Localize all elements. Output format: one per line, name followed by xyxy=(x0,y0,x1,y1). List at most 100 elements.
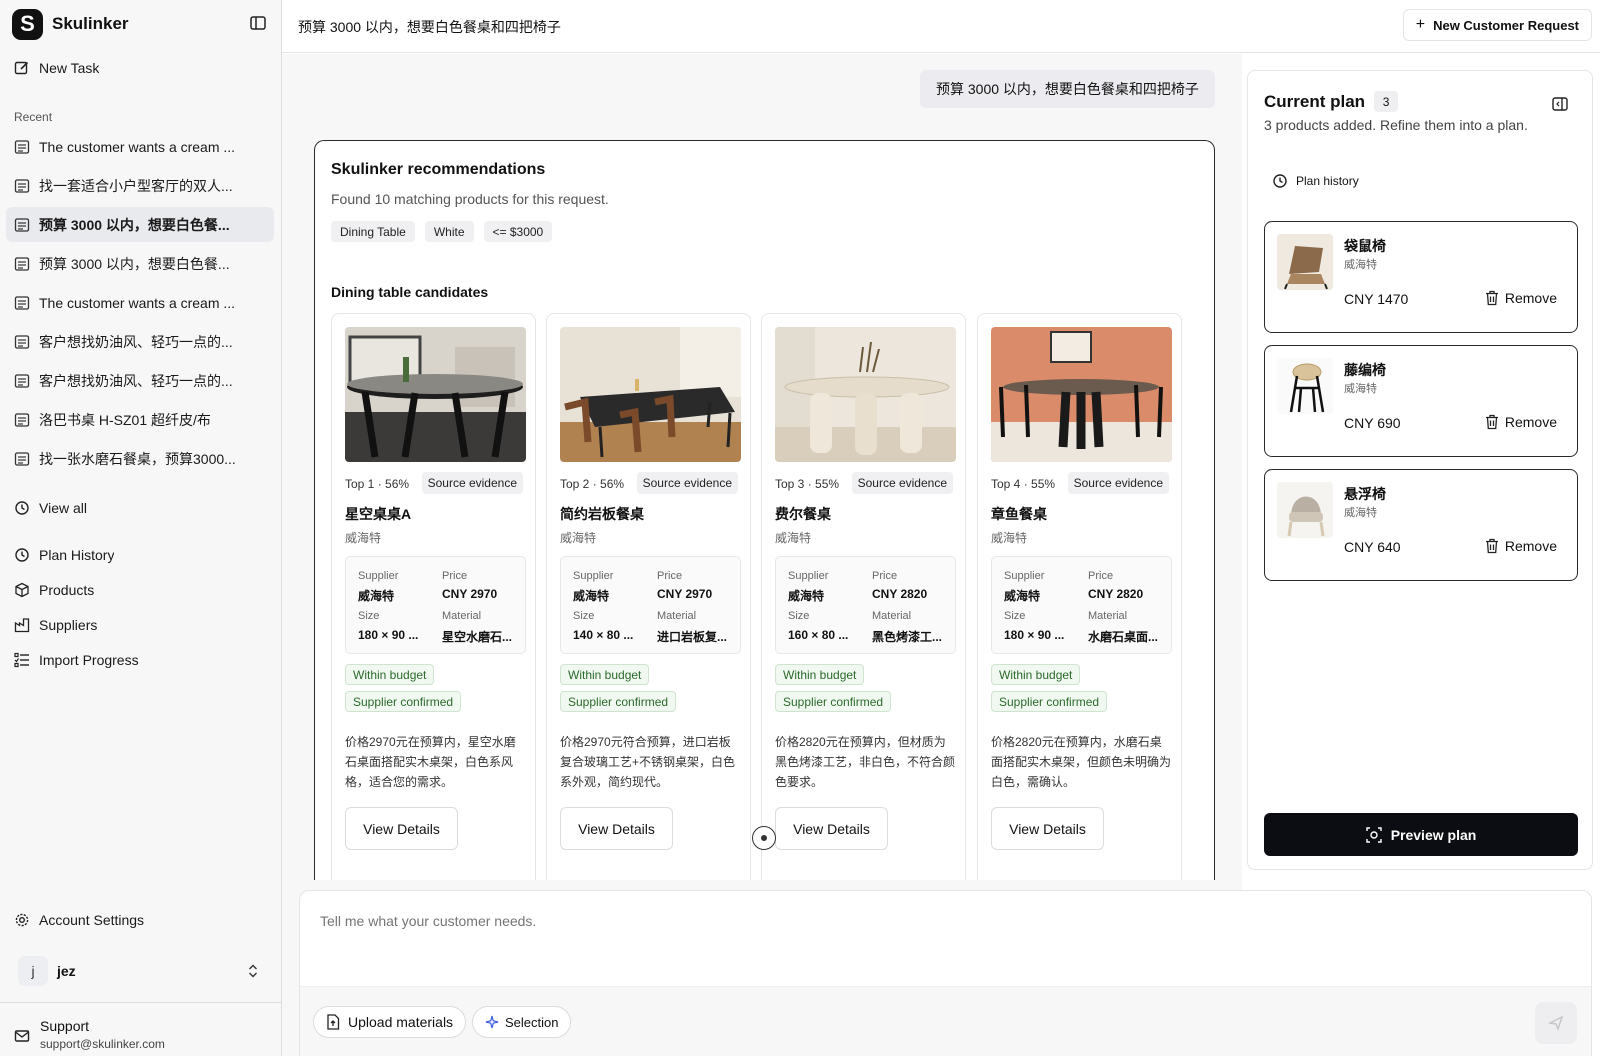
support-link[interactable]: Support support@skulinker.com xyxy=(14,1018,165,1051)
rank-label: Top 3 · 55% xyxy=(775,477,840,491)
product-image[interactable] xyxy=(775,327,956,462)
recent-item[interactable]: 预算 3000 以内，想要白色餐... xyxy=(6,246,274,281)
sidebar-toggle-icon[interactable] xyxy=(250,16,266,30)
size-value: 160 × 80 ... xyxy=(788,628,849,642)
brand[interactable]: S Skulinker xyxy=(12,8,129,40)
spec-box: Supplier 威海特 Price CNY 2970 Size 140 × 8… xyxy=(560,556,741,654)
customer-needs-input[interactable] xyxy=(320,913,1120,929)
supplier-value: 威海特 xyxy=(788,589,825,603)
product-card: Top 4 · 55% Source evidence 章鱼餐桌 威海特 Sup… xyxy=(977,313,1182,880)
recent-item[interactable]: The customer wants a cream ... xyxy=(6,285,274,320)
products-icon xyxy=(15,582,29,597)
size-value: 180 × 90 ... xyxy=(358,628,419,642)
recent-item-label: 洛巴书桌 H-SZ01 超纤皮/布 xyxy=(39,411,211,428)
recent-item[interactable]: 找一套适合小户型客厅的双人... xyxy=(6,168,274,203)
recommendations-subtitle: Found 10 matching products for this requ… xyxy=(331,191,609,207)
product-name: 章鱼餐桌 xyxy=(991,506,1047,522)
within-budget-badge: Within budget xyxy=(560,664,650,685)
material-label: Material xyxy=(442,610,482,622)
nav-suppliers[interactable]: Suppliers xyxy=(6,607,274,642)
nav-import-progress[interactable]: Import Progress xyxy=(6,642,274,677)
recent-label: Recent xyxy=(14,110,53,124)
panel-toggle-icon[interactable] xyxy=(1552,97,1568,111)
product-description: 价格2820元在预算内，但材质为黑色烤漆工艺，非白色，不符合颜色要求。 xyxy=(775,735,956,789)
preview-plan-button[interactable]: Preview plan xyxy=(1264,813,1578,856)
dot-icon xyxy=(761,835,767,841)
source-evidence-button[interactable]: Source evidence xyxy=(1067,472,1169,494)
product-image[interactable] xyxy=(345,327,526,462)
price-value: CNY 2820 xyxy=(872,587,928,601)
product-brand: 威海特 xyxy=(775,531,812,545)
supplier-confirmed-badge: Supplier confirmed xyxy=(560,691,677,712)
size-label: Size xyxy=(788,610,810,622)
plan-item: 藤编椅 威海特 CNY 690 Remove xyxy=(1264,345,1578,457)
material-value: 水磨石桌面... xyxy=(1088,630,1159,644)
history-icon xyxy=(15,500,29,515)
material-value: 进口岩板复... xyxy=(657,630,728,644)
view-details-button[interactable]: View Details xyxy=(345,807,458,850)
trash-icon xyxy=(1485,414,1498,430)
remove-button[interactable]: Remove xyxy=(1485,538,1557,554)
product-description: 价格2970元符合预算，进口岩板复合玻璃工艺+不锈钢桌架，白色系外观，简约现代。 xyxy=(560,735,736,789)
recent-item[interactable]: 客户想找奶油风、轻巧一点的... xyxy=(6,324,274,359)
view-details-button[interactable]: View Details xyxy=(991,807,1104,850)
remove-button[interactable]: Remove xyxy=(1485,414,1557,430)
remove-button[interactable]: Remove xyxy=(1485,290,1557,306)
spec-box: Supplier 威海特 Price CNY 2820 Size 160 × 8… xyxy=(775,556,956,654)
item-name: 袋鼠椅 xyxy=(1344,238,1386,254)
filter-tags: Dining Table White <= $3000 xyxy=(331,221,562,242)
product-image[interactable] xyxy=(560,327,741,462)
product-card: Top 2 · 56% Source evidence 简约岩板餐桌 威海特 S… xyxy=(546,313,751,880)
chat-icon xyxy=(14,295,30,310)
source-evidence-button[interactable]: Source evidence xyxy=(636,472,738,494)
recent-item-active[interactable]: 预算 3000 以内，想要白色餐... xyxy=(6,207,274,242)
new-customer-request-button[interactable]: + New Customer Request xyxy=(1402,9,1592,41)
trash-icon xyxy=(1485,290,1498,306)
supplier-confirmed-badge: Supplier confirmed xyxy=(775,691,892,712)
nav-products[interactable]: Products xyxy=(6,572,274,607)
supplier-label: Supplier xyxy=(1004,570,1045,582)
material-label: Material xyxy=(872,610,912,622)
app-name: Skulinker xyxy=(52,14,129,33)
new-task-button[interactable]: New Task xyxy=(6,50,274,85)
source-evidence-button[interactable]: Source evidence xyxy=(421,472,523,494)
account-settings-link[interactable]: Account Settings xyxy=(6,902,274,937)
filter-tag: Dining Table xyxy=(331,221,415,242)
price-label: Price xyxy=(657,570,683,582)
history-icon xyxy=(15,547,29,562)
spec-box: Supplier 威海特 Price CNY 2970 Size 180 × 9… xyxy=(345,556,526,654)
recent-item[interactable]: The customer wants a cream ... xyxy=(6,129,274,164)
upload-materials-button[interactable]: Upload materials xyxy=(313,1006,467,1038)
recent-item-label: 找一套适合小户型客厅的双人... xyxy=(39,177,233,194)
size-label: Size xyxy=(573,610,595,622)
recent-item[interactable]: 客户想找奶油风、轻巧一点的... xyxy=(6,363,274,398)
selection-label: Selection xyxy=(505,1014,559,1030)
within-budget-badge: Within budget xyxy=(345,664,435,685)
plan-history-link[interactable]: Plan history xyxy=(1272,173,1359,189)
recent-item[interactable]: 洛巴书桌 H-SZ01 超纤皮/布 xyxy=(6,402,274,437)
send-button[interactable] xyxy=(1535,1002,1577,1044)
page-title: 预算 3000 以内，想要白色餐桌和四把椅子 xyxy=(298,19,561,35)
recommendations-title: Skulinker recommendations xyxy=(331,161,546,178)
within-budget-badge: Within budget xyxy=(991,664,1081,685)
recent-item-label: The customer wants a cream ... xyxy=(39,138,236,155)
source-evidence-button[interactable]: Source evidence xyxy=(851,472,953,494)
scroll-to-bottom-button[interactable] xyxy=(752,826,776,850)
filter-tag: <= $3000 xyxy=(483,221,553,242)
view-details-button[interactable]: View Details xyxy=(775,807,888,850)
new-task-label: New Task xyxy=(39,59,100,76)
item-thumbnail xyxy=(1277,358,1333,414)
supplier-label: Supplier xyxy=(358,570,399,582)
user-menu[interactable]: j jez xyxy=(18,955,264,987)
chevron-up-down-icon xyxy=(249,964,257,978)
nav-plan-history[interactable]: Plan History xyxy=(6,537,274,572)
selection-button[interactable]: Selection xyxy=(472,1006,572,1038)
product-name: 简约岩板餐桌 xyxy=(560,506,644,522)
product-image[interactable] xyxy=(991,327,1172,462)
view-details-button[interactable]: View Details xyxy=(560,807,673,850)
view-all-label: View all xyxy=(39,499,87,516)
user-name: jez xyxy=(57,963,76,979)
recent-item[interactable]: 找一张水磨石餐桌，预算3000... xyxy=(6,441,274,476)
view-all-link[interactable]: View all xyxy=(6,490,274,525)
nav-label: Import Progress xyxy=(39,651,139,668)
